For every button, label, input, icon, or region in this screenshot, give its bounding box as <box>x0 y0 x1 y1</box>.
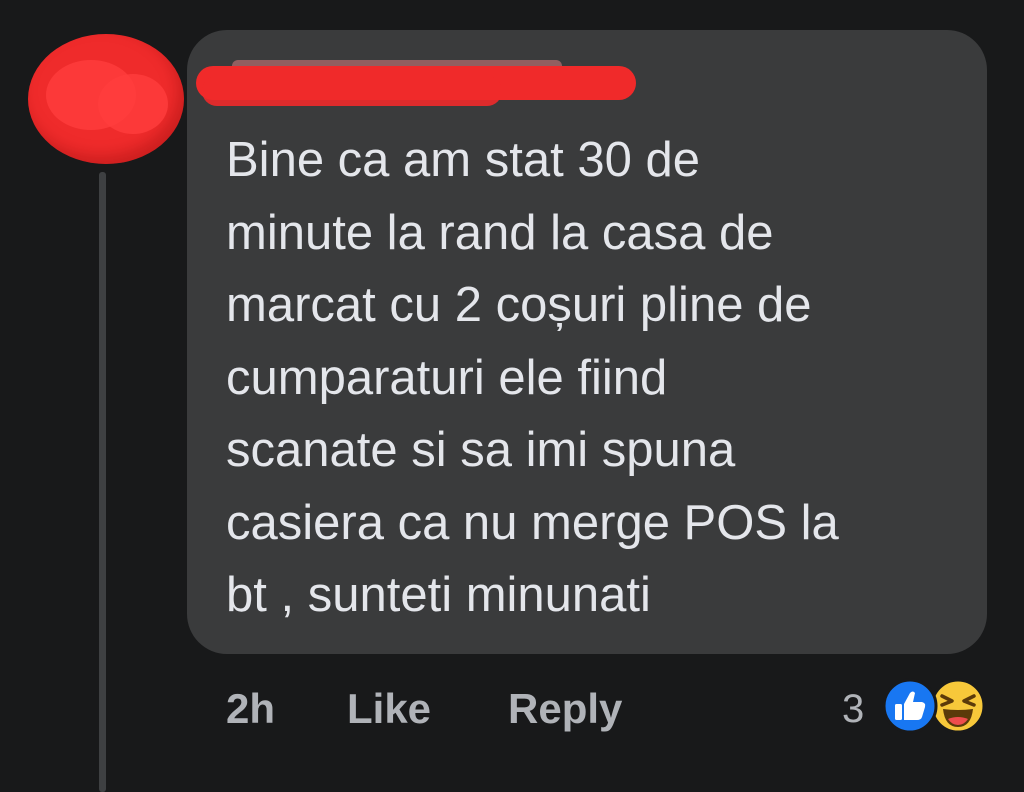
redaction-scribble <box>98 74 168 134</box>
comment-actions: 2h Like Reply <box>0 684 1024 734</box>
timestamp[interactable]: 2h <box>226 684 275 734</box>
reaction-count[interactable]: 3 <box>842 684 864 734</box>
like-icon <box>882 678 938 734</box>
author-name-redacted[interactable] <box>196 52 636 110</box>
reactions-summary[interactable] <box>882 678 992 734</box>
comment-text: Bine ca am stat 30 de minute la rand la … <box>226 133 839 622</box>
redaction-stroke <box>202 76 502 106</box>
like-button[interactable]: Like <box>347 684 431 734</box>
reply-button[interactable]: Reply <box>508 684 622 734</box>
haha-icon <box>930 678 986 734</box>
avatar[interactable] <box>28 34 184 164</box>
